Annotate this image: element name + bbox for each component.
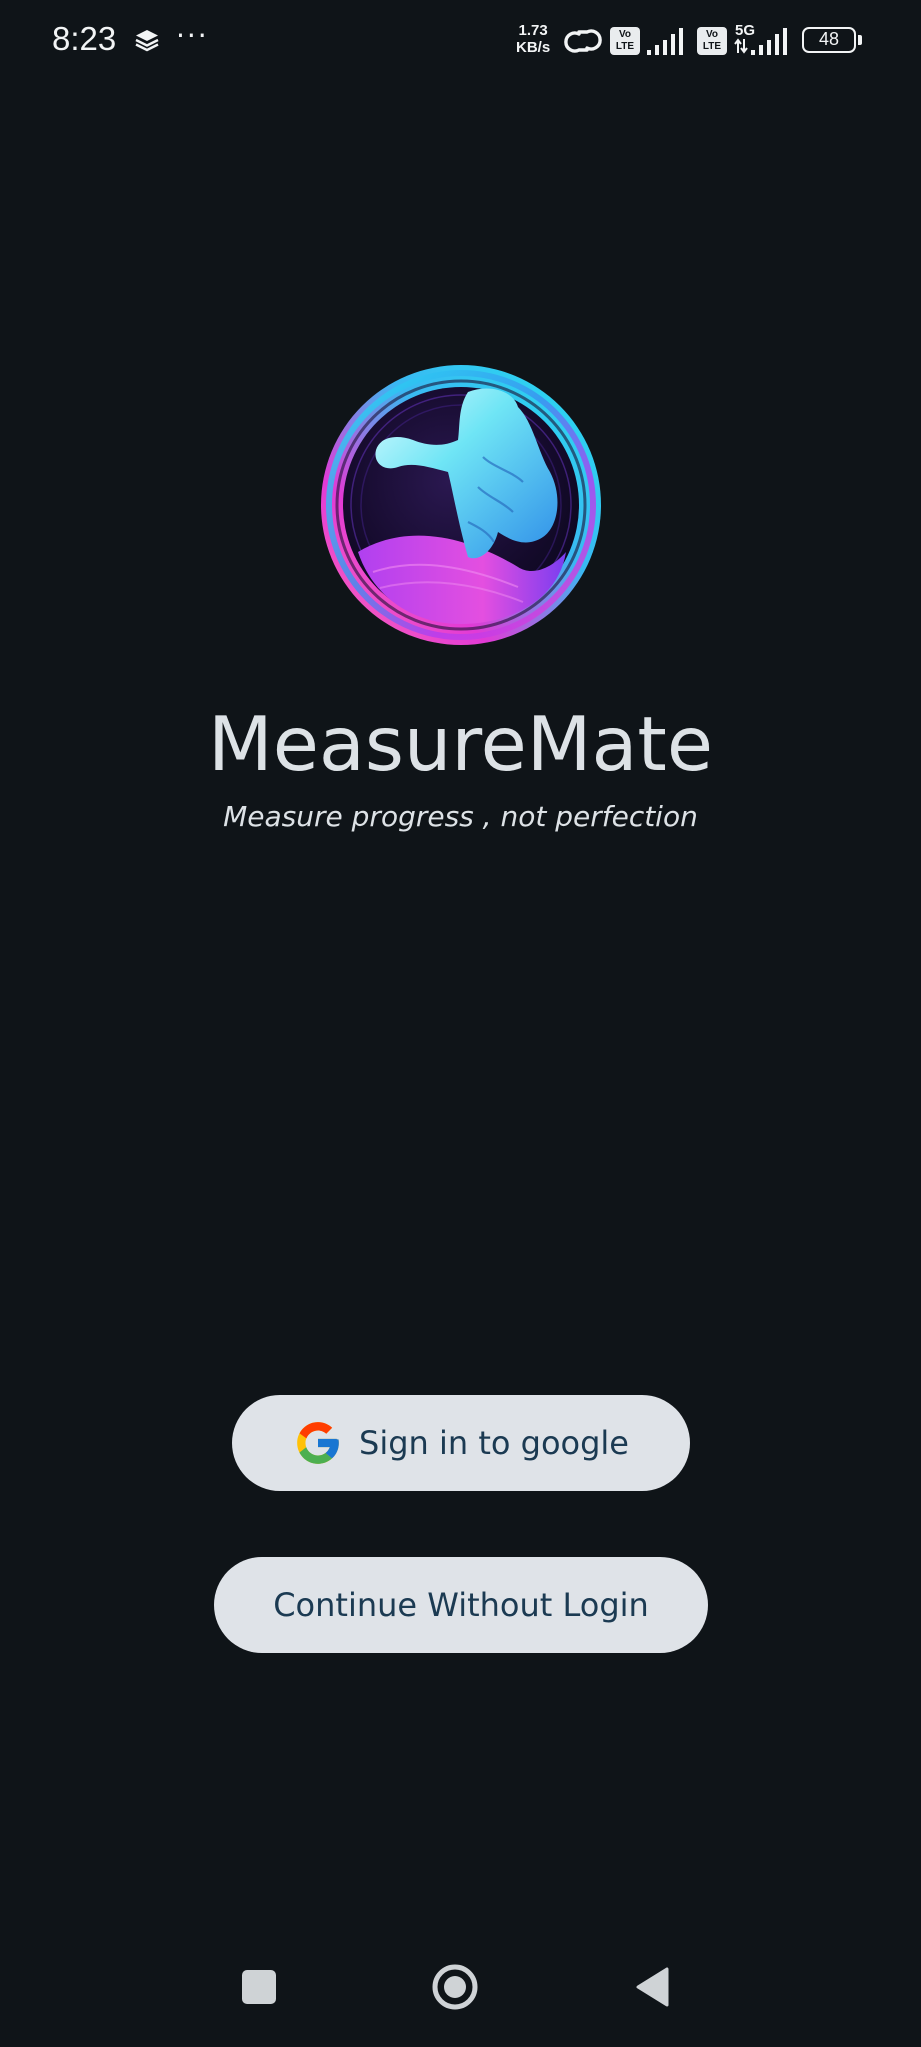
volte-icon-2: Vo LTE [697, 27, 727, 55]
5g-signal-icon [751, 28, 787, 55]
volte-icon: Vo LTE [610, 27, 640, 55]
data-arrows-icon [734, 38, 748, 54]
continue-without-login-button[interactable]: Continue Without Login [214, 1557, 708, 1653]
app-logo-icon [321, 365, 601, 645]
app-tagline: Measure progress , not perfection [223, 800, 698, 833]
battery-icon: 48 [802, 27, 856, 53]
recents-square-icon[interactable] [242, 1970, 276, 2004]
more-dots-icon: ··· [176, 19, 209, 52]
volte-label-top-2: Vo [705, 29, 719, 40]
net-speed: 1.73 KB/s [516, 22, 550, 56]
back-triangle-icon[interactable] [634, 1966, 670, 2008]
layers-icon [135, 30, 159, 52]
status-time: 8:23 [52, 20, 117, 57]
google-signin-label: Sign in to google [359, 1424, 629, 1462]
status-bar: 8:23 ··· 1.73 KB/s Vo LTE Vo LTE 5G 48 [0, 0, 921, 84]
google-signin-button[interactable]: Sign in to google [232, 1395, 690, 1491]
signal-icon [647, 28, 683, 55]
battery-tip [858, 35, 862, 45]
volte-label-top: Vo [618, 29, 632, 40]
login-screen: 8:23 ··· 1.73 KB/s Vo LTE Vo LTE 5G 48 M… [0, 0, 921, 2047]
continue-label: Continue Without Login [273, 1586, 649, 1624]
google-logo-icon [297, 1422, 339, 1464]
net-speed-value: 1.73 [518, 22, 548, 39]
app-title: MeasureMate [208, 700, 713, 788]
volte-label-bottom-2: LTE [702, 41, 722, 52]
net-speed-unit: KB/s [516, 39, 551, 56]
volte-label-bottom: LTE [615, 41, 635, 52]
hotspot-link-icon [564, 29, 602, 53]
home-circle-icon[interactable] [432, 1964, 478, 2010]
